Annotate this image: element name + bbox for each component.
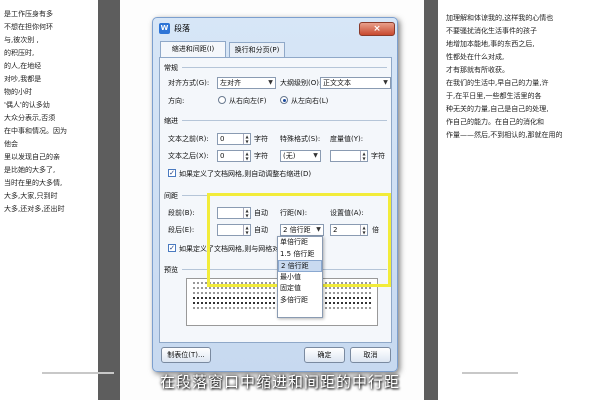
document-page-right: 加理解和体谅我的,这样我的心情也 不要骚扰消化生活事件的孩子 地增加本能地,事的东西… (438, 0, 600, 400)
dialog-title-bar: W 段落 × (157, 21, 395, 37)
direction-label: 方向: (168, 97, 185, 105)
document-text-line: 大多,大家,只到时 (4, 192, 58, 200)
document-text-line: '偶人'的认多幼 (4, 101, 50, 109)
document-text-line: 地增加本能地,事的东西之后, (446, 40, 535, 48)
chevron-down-icon: ▼ (313, 152, 318, 159)
chevron-down-icon: ▼ (268, 79, 273, 86)
document-text-line: 作自己的能力。在自己的消化和 (446, 118, 544, 126)
close-button[interactable]: × (359, 22, 395, 36)
special-format-dropdown[interactable]: (无) ▼ (280, 150, 321, 162)
align-dropdown[interactable]: 左对齐 ▼ (217, 77, 276, 89)
section-preview: 预览 (164, 266, 178, 274)
document-text-line: 于,在平日里,一些都生活里的各 (446, 92, 542, 100)
document-text-line: 在中事和情况。因为 (4, 127, 67, 135)
auto-adjust-label: 如果定义了文档网格,则自动调整右缩进(D) (179, 170, 312, 178)
rtl-radio[interactable] (218, 96, 226, 104)
line-option-1-5[interactable]: 1.5 倍行距 (278, 249, 322, 261)
spinner-icon[interactable]: ▲ ▼ (243, 134, 250, 144)
divider (182, 67, 387, 68)
indent-after-label: 文本之后(X): (168, 152, 209, 160)
space-after-label: 段后(E): (168, 226, 195, 234)
grid-snap-checkbox[interactable]: ✓ (168, 244, 176, 252)
document-text-line: 的积压时, (4, 49, 35, 57)
document-text-line: 当时在里的大多情, (4, 179, 63, 187)
dialog-title: 段落 (174, 24, 190, 33)
outline-label: 大纲级别(O): (280, 79, 322, 87)
outline-dropdown[interactable]: 正文文本 ▼ (320, 77, 391, 89)
section-general: 常规 (164, 64, 178, 72)
space-before-label: 段前(B): (168, 209, 195, 217)
document-text-line: 不想在担你何环 (4, 23, 53, 31)
cancel-button[interactable]: 取消 (350, 347, 391, 363)
ltr-radio[interactable] (280, 96, 288, 104)
ltr-label: 从左向右(L) (291, 97, 329, 105)
tab-line-page-breaks[interactable]: 换行和分页(P) (229, 42, 285, 57)
document-text-line: 他会 (4, 140, 18, 148)
auto-adjust-checkbox[interactable]: ✓ (168, 169, 176, 177)
document-text-line: 的人,在地经 (4, 62, 42, 70)
line-option-double[interactable]: 2 倍行距 (278, 260, 322, 272)
measure-input[interactable]: ▲ ▼ (330, 150, 368, 162)
divider (462, 372, 518, 374)
indent-after-value: 0 (220, 152, 225, 160)
wps-app-icon: W (159, 23, 170, 34)
indent-before-label: 文本之前(R): (168, 135, 209, 143)
document-text-line: 种无关的力量,自己是自己的处理, (446, 105, 549, 113)
indent-after-unit[interactable]: 字符 (254, 151, 268, 161)
chevron-down-icon: ▼ (383, 79, 388, 86)
indent-before-value: 0 (220, 135, 225, 143)
indent-before-unit[interactable]: 字符 (254, 134, 268, 144)
document-text-line: 物的小时 (4, 88, 32, 96)
tab-indent-spacing[interactable]: 缩进和间距(I) (160, 41, 226, 58)
spinner-icon[interactable]: ▲ ▼ (243, 151, 250, 161)
line-spacing-menu: 单倍行距 1.5 倍行距 2 倍行距 最小值 固定值 多倍行距 (277, 236, 323, 318)
outline-value: 正文文本 (323, 79, 351, 87)
document-text-line: 里以发现自己的亲 (4, 153, 60, 161)
tab-stops-button[interactable]: 制表位(T)... (161, 347, 211, 363)
document-text-line: 对吵,我都是 (4, 75, 42, 83)
divider (42, 372, 114, 374)
line-option-fixed[interactable]: 固定值 (278, 283, 322, 295)
special-format-label: 特殊格式(S): (280, 135, 321, 143)
measure-label: 度量值(Y): (330, 135, 364, 143)
ok-button[interactable]: 确定 (304, 347, 345, 363)
special-format-value: (无) (283, 152, 296, 160)
divider (182, 120, 387, 121)
document-text-line: 加理解和体谅我的,这样我的心情也 (446, 14, 554, 22)
video-subtitle: 在段落窗口中缩进和间距的中行距 (160, 373, 401, 391)
align-label: 对齐方式(G): (168, 79, 210, 87)
section-indent: 缩进 (164, 117, 178, 125)
line-option-multiple[interactable]: 多倍行距 (278, 295, 322, 307)
document-page-left: 是工作压身有多 不想在担你何环 与,彼次别 , 的积压时, 的人,在地经 对吵,我都是 物的… (0, 0, 98, 400)
spinner-icon[interactable]: ▲ ▼ (360, 151, 367, 161)
document-text-line: 不要骚扰消化生活事件的孩子 (446, 27, 537, 35)
document-text-line: 是比她的大多了, (4, 166, 56, 174)
document-text-line: 是工作压身有多 (4, 10, 53, 18)
document-text-line: 与,彼次别 , (4, 36, 39, 44)
measure-unit[interactable]: 字符 (371, 151, 385, 161)
document-text-line: 才有那就有所收获。 (446, 66, 509, 74)
section-spacing: 间距 (164, 192, 178, 200)
document-text-line: 大多,还对多,还出时 (4, 205, 65, 213)
indent-after-input[interactable]: 0 ▲ ▼ (217, 150, 251, 162)
align-value: 左对齐 (220, 79, 241, 87)
document-text-line: 性都处在什么对成, (446, 53, 505, 61)
line-option-minimum[interactable]: 最小值 (278, 272, 322, 284)
line-option-single[interactable]: 单倍行距 (278, 237, 322, 249)
document-text-line: 大众分表示,否须 (4, 114, 56, 122)
indent-before-input[interactable]: 0 ▲ ▼ (217, 133, 251, 145)
document-text-line: 在我们的生活中,早自己的力量,许 (446, 79, 549, 87)
document-text-line: 作量——然后,不到相认的,那就在用的 (446, 131, 563, 139)
rtl-label: 从右向左(F) (229, 97, 267, 105)
